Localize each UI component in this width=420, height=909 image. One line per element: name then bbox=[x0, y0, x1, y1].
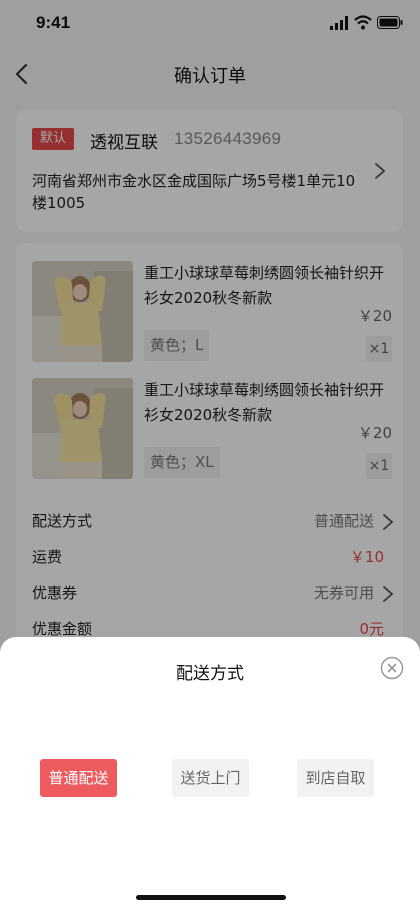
close-circle-icon[interactable] bbox=[380, 656, 404, 680]
option-home-delivery[interactable]: 送货上门 bbox=[172, 759, 249, 797]
delivery-method-sheet: 配送方式 普通配送 送货上门 到店自取 bbox=[0, 637, 420, 909]
option-standard-delivery[interactable]: 普通配送 bbox=[40, 759, 117, 797]
option-store-pickup[interactable]: 到店自取 bbox=[297, 759, 374, 797]
sheet-title: 配送方式 bbox=[176, 664, 244, 684]
home-indicator bbox=[136, 895, 286, 900]
